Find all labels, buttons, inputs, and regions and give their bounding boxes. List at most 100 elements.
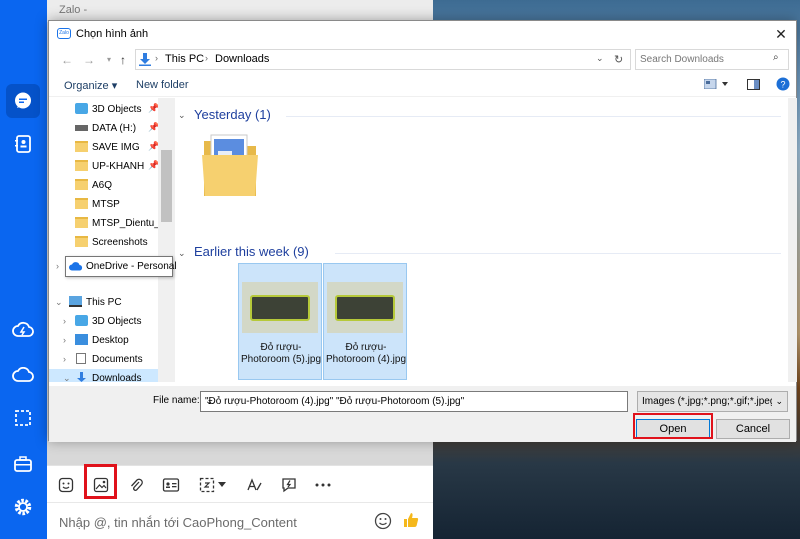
expand-icon[interactable]: › xyxy=(63,354,66,364)
tree-item-a6q[interactable]: A6Q xyxy=(49,176,175,195)
forward-icon[interactable]: → xyxy=(81,52,97,68)
expand-icon[interactable]: › xyxy=(63,335,66,345)
address-dropdown-icon[interactable]: ⌄ xyxy=(596,53,604,64)
folder-icon xyxy=(75,179,88,190)
svg-text:?: ? xyxy=(780,80,785,90)
file-list: ⌄ Yesterday (1) ⌄ Earlier this week (9) … xyxy=(176,98,788,382)
product-case-image xyxy=(250,295,310,321)
contacts-icon[interactable] xyxy=(6,127,40,161)
desktop-icon xyxy=(75,334,88,345)
cloud-icon[interactable] xyxy=(6,358,40,392)
chevron-down-icon[interactable]: ⌄ xyxy=(205,396,624,407)
close-icon[interactable]: ✕ xyxy=(772,25,790,43)
3d-objects-icon xyxy=(75,103,88,114)
navigation-scrollbar[interactable] xyxy=(158,98,175,382)
emoji-icon[interactable] xyxy=(374,512,392,533)
sticker-icon[interactable] xyxy=(55,474,77,496)
file-item-photoroom-4[interactable]: Đỏ rượu-Photoroom (4).jpg xyxy=(323,263,407,380)
breadcrumb-separator-icon: › xyxy=(205,53,208,63)
file-type-value: Images (*.jpg;*.png;*.gif;*.jpeg; xyxy=(642,396,772,407)
breadcrumb-this-pc[interactable]: This PC xyxy=(165,53,204,65)
file-name-label: Đỏ rượu-Photoroom (4).jpg xyxy=(325,342,407,365)
product-case-image xyxy=(335,295,395,321)
file-name-input[interactable]: "Đỏ rượu-Photoroom (4).jpg" "Đỏ rượu-Pho… xyxy=(200,391,628,412)
chat-icon[interactable] xyxy=(6,84,40,118)
thumbs-up-icon[interactable] xyxy=(402,511,420,532)
tree-item-desktop[interactable]: › Desktop xyxy=(49,331,175,350)
tree-item-onedrive[interactable]: › OneDrive - Personal xyxy=(56,256,177,277)
navigation-pane: 3D Objects 📌 DATA (H:) 📌 SAVE IMG 📌 UP-K… xyxy=(49,98,175,382)
file-item-photoroom-5[interactable]: Đỏ rượu-Photoroom (5).jpg xyxy=(238,263,322,380)
file-list-scrollbar[interactable] xyxy=(788,98,797,382)
onedrive-label: OneDrive - Personal xyxy=(86,261,177,272)
group-divider xyxy=(335,253,781,254)
folder-icon xyxy=(75,198,88,209)
tree-item-mtsp[interactable]: MTSP xyxy=(49,195,175,214)
folder-icon xyxy=(75,160,88,171)
screenshot-icon[interactable] xyxy=(6,401,40,435)
zalo-titlebar: Zalo - xyxy=(47,0,433,22)
address-bar[interactable]: › This PC › Downloads ⌄ ↻ xyxy=(135,49,631,70)
group-header-earlier-this-week[interactable]: Earlier this week (9) xyxy=(194,244,309,259)
more-icon[interactable] xyxy=(312,474,334,496)
folder-icon xyxy=(75,217,88,228)
tree-item-up-khanh[interactable]: UP-KHANH 📌 xyxy=(49,157,175,176)
group-collapse-icon[interactable]: ⌄ xyxy=(178,248,186,259)
tree-item-mtsp-dientu[interactable]: MTSP_Dientu_20 xyxy=(49,214,175,233)
tree-item-3d-objects[interactable]: › 3D Objects xyxy=(49,312,175,331)
3d-objects-icon xyxy=(75,315,88,326)
expand-icon[interactable]: › xyxy=(56,261,59,271)
group-divider xyxy=(286,116,781,117)
group-header-yesterday[interactable]: Yesterday (1) xyxy=(194,107,271,122)
message-input[interactable]: Nhập @, tin nhắn tới CaoPhong_Content xyxy=(47,502,433,539)
image-tool-highlight xyxy=(84,464,117,499)
tree-item-screenshots[interactable]: Screenshots xyxy=(49,233,175,252)
toolbox-icon[interactable] xyxy=(6,447,40,481)
expand-icon[interactable]: › xyxy=(63,316,66,326)
quick-message-icon[interactable] xyxy=(278,474,300,496)
file-name-label: File name: xyxy=(153,395,200,406)
file-thumbnail xyxy=(242,282,318,333)
command-bar: Organize ▾ New folder ? xyxy=(49,73,796,97)
tree-item-3d-objects-quick[interactable]: 3D Objects 📌 xyxy=(49,100,175,119)
chevron-down-icon: ⌄ xyxy=(775,396,783,406)
collapse-icon[interactable]: ⌄ xyxy=(55,297,63,308)
tree-item-downloads[interactable]: ⌄ Downloads xyxy=(49,369,175,382)
scrollbar-thumb[interactable] xyxy=(161,150,172,222)
file-name-label: Đỏ rượu-Photoroom (5).jpg xyxy=(240,342,322,365)
attach-icon[interactable] xyxy=(125,474,147,496)
tree-item-save-img[interactable]: SAVE IMG 📌 xyxy=(49,138,175,157)
folder-icon xyxy=(75,141,88,152)
settings-icon[interactable] xyxy=(6,490,40,524)
zalo-window-title: Zalo - xyxy=(59,4,88,16)
dialog-titlebar: Zalo Chọn hình ảnh ✕ xyxy=(49,21,796,47)
text-format-icon[interactable] xyxy=(243,474,265,496)
zcloud-icon[interactable] xyxy=(6,313,40,347)
organize-button[interactable]: Organize ▾ xyxy=(64,79,117,92)
group-collapse-icon[interactable]: ⌄ xyxy=(178,110,186,121)
up-icon[interactable]: ↑ xyxy=(115,52,131,68)
search-icon: ⌕ xyxy=(773,52,779,63)
back-icon[interactable]: ← xyxy=(59,52,75,68)
file-type-select[interactable]: Images (*.jpg;*.png;*.gif;*.jpeg; ⌄ xyxy=(637,391,788,412)
contact-card-icon[interactable] xyxy=(160,474,182,496)
preview-pane-icon[interactable] xyxy=(747,79,760,93)
documents-icon xyxy=(76,353,86,364)
dialog-title: Chọn hình ảnh xyxy=(76,28,149,40)
onedrive-cloud-icon xyxy=(69,262,83,274)
search-input[interactable]: Search Downloads ⌕ xyxy=(635,49,789,70)
folder-item[interactable] xyxy=(200,133,260,200)
breadcrumb-downloads[interactable]: Downloads xyxy=(215,53,269,65)
cancel-button[interactable]: Cancel xyxy=(716,419,790,439)
collapse-icon[interactable]: ⌄ xyxy=(63,373,71,382)
computer-icon xyxy=(69,296,82,307)
breadcrumb-separator-icon: › xyxy=(155,53,158,63)
help-icon[interactable]: ? xyxy=(776,77,790,94)
view-options-icon[interactable] xyxy=(703,78,730,92)
refresh-icon[interactable]: ↻ xyxy=(614,53,623,66)
tree-item-this-pc[interactable]: ⌄ This PC xyxy=(49,293,175,312)
capture-dropdown-icon[interactable] xyxy=(215,474,229,496)
new-folder-button[interactable]: New folder xyxy=(136,79,189,91)
tree-item-data-drive[interactable]: DATA (H:) 📌 xyxy=(49,119,175,138)
tree-item-documents[interactable]: › Documents xyxy=(49,350,175,369)
